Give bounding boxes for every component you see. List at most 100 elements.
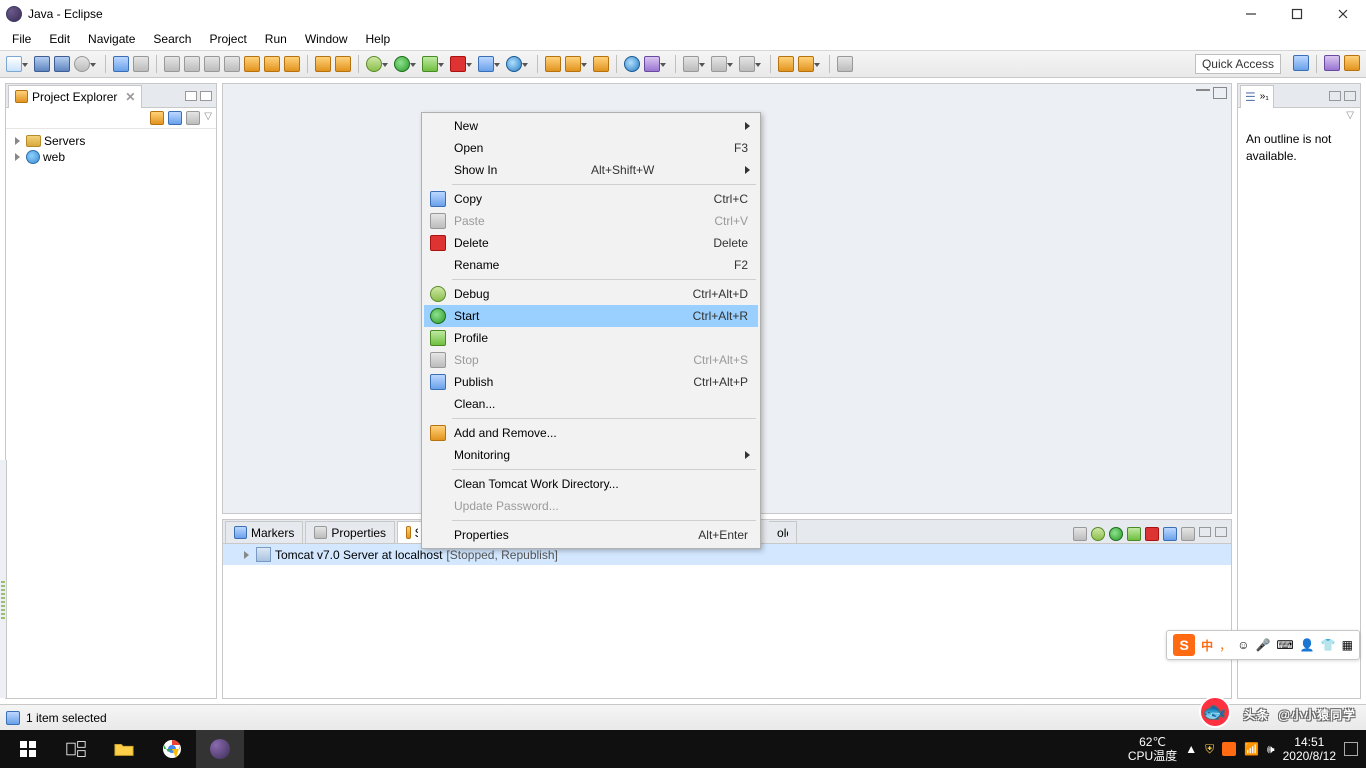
ime-lang[interactable]: 中 <box>1201 637 1213 654</box>
debug-icon[interactable] <box>366 56 382 72</box>
ime-user-icon[interactable]: 👤 <box>1300 638 1315 652</box>
menu-item-clean[interactable]: Clean... <box>424 393 758 415</box>
ime-skin-icon[interactable]: 👕 <box>1321 638 1336 652</box>
ime-toolbar[interactable]: S 中 ， ☺ 🎤 ⌨ 👤 👕 ▦ <box>1166 630 1360 660</box>
menu-item-clean-tomcat-work-directory[interactable]: Clean Tomcat Work Directory... <box>424 473 758 495</box>
minimize-button[interactable] <box>1228 0 1274 27</box>
link-editor-icon[interactable] <box>168 111 182 125</box>
suspend-icon[interactable] <box>184 56 200 72</box>
minimize-pane-icon[interactable] <box>185 91 197 101</box>
menu-file[interactable]: File <box>4 30 39 48</box>
menu-item-open[interactable]: OpenF3 <box>424 137 758 159</box>
ime-keyboard-icon[interactable]: ⌨ <box>1276 638 1293 652</box>
security-icon[interactable]: ⛨ <box>1205 742 1214 757</box>
menu-item-profile[interactable]: Profile <box>424 327 758 349</box>
view-menu-icon[interactable] <box>186 111 200 125</box>
view-menu-icon[interactable]: ▽ <box>1238 108 1360 123</box>
tree-item-servers[interactable]: Servers <box>8 133 214 149</box>
new-icon[interactable] <box>6 56 22 72</box>
menu-item-add-and-remove[interactable]: Add and Remove... <box>424 422 758 444</box>
save-icon[interactable] <box>34 56 50 72</box>
menu-item-debug[interactable]: DebugCtrl+Alt+D <box>424 283 758 305</box>
back-icon[interactable] <box>778 56 794 72</box>
maximize-pane-icon[interactable] <box>1213 87 1227 99</box>
step-over-icon[interactable] <box>264 56 280 72</box>
java-perspective-icon[interactable] <box>1324 55 1340 71</box>
annotation-next-icon[interactable] <box>711 56 727 72</box>
new-server-icon[interactable] <box>506 56 522 72</box>
tab-markers[interactable]: Markers <box>225 521 303 543</box>
menu-run[interactable]: Run <box>257 30 295 48</box>
start-server-icon[interactable] <box>1109 527 1123 541</box>
tree-item-web[interactable]: web <box>8 149 214 165</box>
step-return-icon[interactable] <box>284 56 300 72</box>
menu-item-show-in[interactable]: Show InAlt+Shift+W <box>424 159 758 181</box>
expand-arrow-icon[interactable] <box>12 136 23 147</box>
left-sash[interactable] <box>0 460 7 698</box>
resume-icon[interactable] <box>164 56 180 72</box>
menu-item-delete[interactable]: DeleteDelete <box>424 232 758 254</box>
pin-icon[interactable] <box>837 56 853 72</box>
menu-edit[interactable]: Edit <box>41 30 78 48</box>
stop-server-icon[interactable] <box>1145 527 1159 541</box>
menu-item-monitoring[interactable]: Monitoring <box>424 444 758 466</box>
menu-navigate[interactable]: Navigate <box>80 30 143 48</box>
close-button[interactable] <box>1320 0 1366 27</box>
run-last-icon[interactable] <box>450 56 466 72</box>
menu-item-publish[interactable]: PublishCtrl+Alt+P <box>424 371 758 393</box>
terminate-icon[interactable] <box>204 56 220 72</box>
minimize-pane-icon[interactable] <box>1199 527 1211 537</box>
new-package-icon[interactable] <box>565 56 581 72</box>
open-browser-icon[interactable] <box>624 56 640 72</box>
javaee-perspective-icon[interactable] <box>1344 55 1360 71</box>
chevron-down-icon[interactable]: ▽ <box>204 111 212 125</box>
tab-properties[interactable]: Properties <box>305 521 395 543</box>
ime-toolbox-icon[interactable]: ▦ <box>1342 638 1353 652</box>
forward-icon[interactable] <box>798 56 814 72</box>
publish-server-icon[interactable] <box>1163 527 1177 541</box>
addremove-icon[interactable] <box>1181 527 1195 541</box>
menu-search[interactable]: Search <box>145 30 199 48</box>
volume-icon[interactable]: 🕪 <box>1267 742 1275 757</box>
project-explorer-tab[interactable]: Project Explorer ✕ <box>8 85 142 108</box>
clock-widget[interactable]: 14:51 2020/8/12 <box>1283 735 1336 764</box>
maximize-pane-icon[interactable] <box>1215 527 1227 537</box>
start-button[interactable] <box>4 730 52 768</box>
debug-server-icon[interactable] <box>1091 527 1105 541</box>
toggle-breadcrumb-icon[interactable] <box>113 56 129 72</box>
menu-item-start[interactable]: StartCtrl+Alt+R <box>424 305 758 327</box>
collapse-all-icon[interactable] <box>150 111 164 125</box>
chrome-button[interactable] <box>148 730 196 768</box>
new-project-icon[interactable] <box>545 56 561 72</box>
run-icon[interactable] <box>394 56 410 72</box>
menu-project[interactable]: Project <box>201 30 254 48</box>
menu-item-properties[interactable]: PropertiesAlt+Enter <box>424 524 758 546</box>
maximize-pane-icon[interactable] <box>200 91 212 101</box>
new-class-icon[interactable] <box>593 56 609 72</box>
menu-item-rename[interactable]: RenameF2 <box>424 254 758 276</box>
sogou-tray-icon[interactable] <box>1222 742 1236 756</box>
step-into-icon[interactable] <box>244 56 260 72</box>
maximize-pane-icon[interactable] <box>1344 91 1356 101</box>
cpu-temp-widget[interactable]: 62℃ CPU温度 <box>1128 735 1177 764</box>
skip-all-icon[interactable] <box>133 56 149 72</box>
minimize-pane-icon[interactable] <box>1329 91 1341 101</box>
project-tree[interactable]: Servers web <box>6 129 216 169</box>
profile-server-icon[interactable] <box>1127 527 1141 541</box>
tab-console[interactable]: ole <box>769 521 797 543</box>
disconnect-icon[interactable] <box>224 56 240 72</box>
menu-window[interactable]: Window <box>297 30 356 48</box>
tray-expand-icon[interactable]: ▲ <box>1185 742 1197 756</box>
servers-view-body[interactable]: Tomcat v7.0 Server at localhost [Stopped… <box>223 544 1231 698</box>
ime-mic-icon[interactable]: 🎤 <box>1255 638 1270 652</box>
drop-to-frame-icon[interactable] <box>315 56 331 72</box>
expand-arrow-icon[interactable] <box>12 152 23 163</box>
file-explorer-button[interactable] <box>100 730 148 768</box>
expand-arrow-icon[interactable] <box>241 549 252 560</box>
open-type-icon[interactable] <box>644 56 660 72</box>
external-tools-icon[interactable] <box>478 56 494 72</box>
minimize-pane-icon[interactable] <box>1196 87 1210 91</box>
ime-emoji-icon[interactable]: ☺ <box>1237 638 1249 652</box>
eclipse-taskbar-button[interactable] <box>196 730 244 768</box>
outline-tab[interactable]: ☰ »₁ <box>1240 85 1274 108</box>
